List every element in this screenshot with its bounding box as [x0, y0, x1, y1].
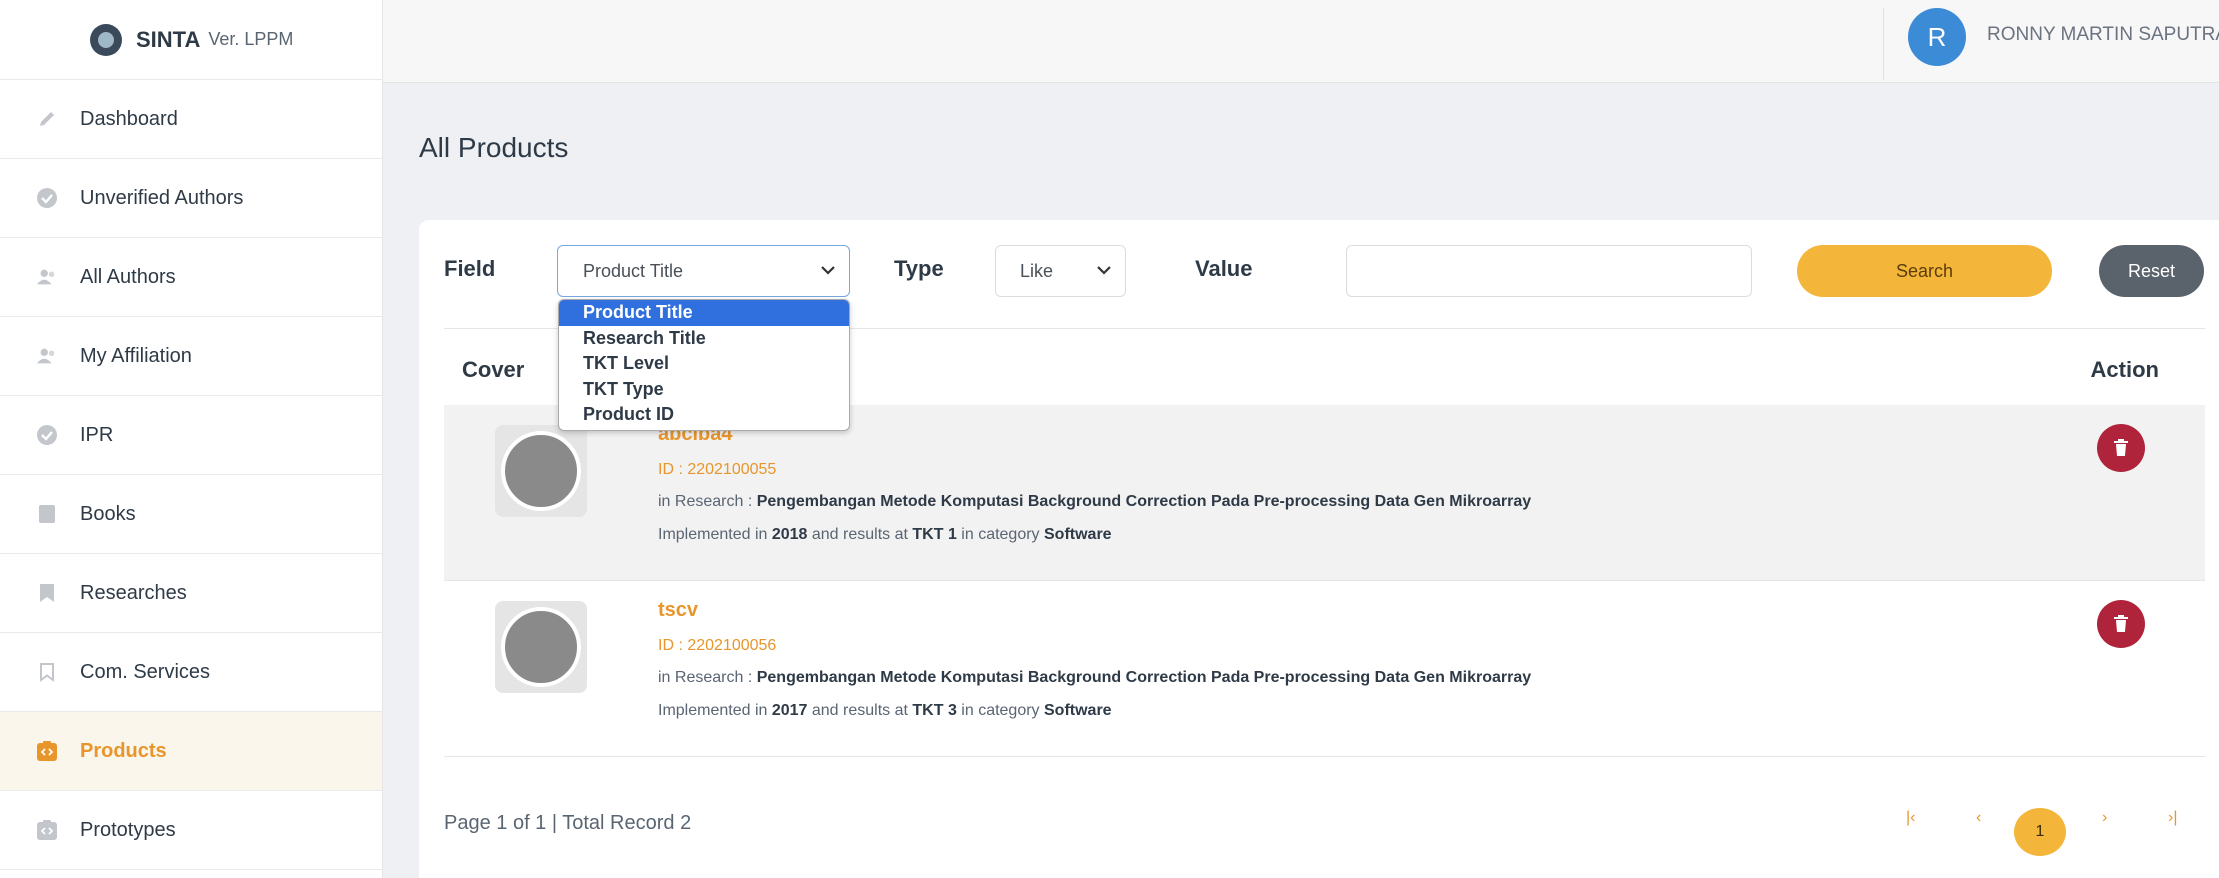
dropdown-option-product-title[interactable]: Product Title	[559, 300, 849, 326]
code-box-icon	[36, 740, 58, 762]
product-cover-image	[495, 425, 587, 517]
code-box-icon	[36, 819, 58, 841]
sidebar-item-prototypes[interactable]: Prototypes	[0, 791, 382, 870]
search-button[interactable]: Search	[1797, 245, 2052, 297]
product-title-link[interactable]: tscv	[658, 599, 698, 622]
current-page-button[interactable]: 1	[2014, 808, 2066, 856]
pencil-icon	[36, 108, 58, 130]
user-name[interactable]: RONNY MARTIN SAPUTRA,	[1987, 24, 2219, 46]
sidebar-item-ipr[interactable]: IPR	[0, 396, 382, 475]
avatar[interactable]: R	[1908, 8, 1966, 66]
type-label: Type	[894, 256, 944, 281]
sidebar-item-label: Dashboard	[80, 107, 178, 130]
sidebar-item-books[interactable]: Books	[0, 475, 382, 554]
reset-button[interactable]: Reset	[2099, 245, 2204, 297]
product-cover-image	[495, 601, 587, 693]
value-input[interactable]	[1346, 245, 1752, 297]
last-page-button[interactable]: ›|	[2168, 809, 2177, 827]
badge-check-icon	[36, 424, 58, 446]
product-implementation: Implemented in 2017 and results at TKT 3…	[658, 702, 1112, 719]
delete-button[interactable]	[2097, 600, 2145, 648]
field-dropdown-menu: Product Title Research Title TKT Level T…	[558, 299, 850, 431]
sidebar-item-label: Books	[80, 502, 136, 525]
sidebar-item-unverified-authors[interactable]: Unverified Authors	[0, 159, 382, 238]
sidebar-item-label: Products	[80, 739, 167, 762]
prev-page-button[interactable]: ‹	[1976, 809, 1981, 827]
sidebar-item-label: Unverified Authors	[80, 186, 244, 209]
type-select-value: Like	[1020, 260, 1054, 281]
column-header-cover: Cover	[462, 357, 525, 382]
sinta-logo-icon	[90, 23, 122, 56]
chevron-down-icon	[1097, 262, 1111, 280]
sidebar-item-researches[interactable]: Researches	[0, 554, 382, 633]
dropdown-option-research-title[interactable]: Research Title	[559, 326, 849, 352]
sidebar-item-products[interactable]: Products	[0, 712, 382, 791]
bookmark-icon	[36, 582, 58, 604]
sidebar: SINTA Ver. LPPM Dashboard Unverified Aut…	[0, 0, 383, 878]
sidebar-item-all-authors[interactable]: All Authors	[0, 238, 382, 317]
header-divider	[1883, 8, 1884, 80]
first-page-button[interactable]: |‹	[1906, 809, 1915, 827]
field-label: Field	[444, 256, 496, 281]
brand[interactable]: SINTA Ver. LPPM	[0, 0, 382, 80]
pagination-summary: Page 1 of 1 | Total Record 2	[444, 812, 692, 834]
dropdown-option-product-id[interactable]: Product ID	[559, 402, 849, 428]
sidebar-item-label: IPR	[80, 423, 114, 446]
page-title: All Products	[419, 132, 569, 163]
sidebar-item-label: Com. Services	[80, 660, 211, 683]
value-label: Value	[1195, 256, 1253, 281]
users-icon	[36, 266, 58, 288]
product-research: in Research : Pengembangan Metode Komput…	[658, 493, 1532, 510]
dropdown-option-tkt-level[interactable]: TKT Level	[559, 351, 849, 377]
product-implementation: Implemented in 2018 and results at TKT 1…	[658, 526, 1112, 543]
field-select-value: Product Title	[583, 260, 684, 281]
product-id: ID : 2202100055	[658, 461, 777, 478]
trash-icon	[2114, 615, 2128, 632]
field-select[interactable]: Product Title	[557, 245, 850, 297]
bookmark-outline-icon	[36, 661, 58, 683]
book-icon	[36, 503, 58, 525]
next-page-button[interactable]: ›	[2102, 809, 2107, 827]
brand-version: Ver. LPPM	[208, 29, 294, 49]
column-header-action: Action	[2090, 357, 2159, 382]
users-icon	[36, 345, 58, 367]
product-id: ID : 2202100056	[658, 637, 777, 654]
badge-check-icon	[36, 187, 58, 209]
sidebar-item-my-affiliation[interactable]: My Affiliation	[0, 317, 382, 396]
type-select[interactable]: Like	[995, 245, 1126, 297]
dropdown-option-tkt-type[interactable]: TKT Type	[559, 377, 849, 403]
table-row: abciba4 ID : 2202100055 in Research : Pe…	[444, 405, 2205, 581]
brand-name: SINTA	[136, 26, 201, 52]
sidebar-item-label: My Affiliation	[80, 344, 192, 367]
delete-button[interactable]	[2097, 424, 2145, 472]
table-row: tscv ID : 2202100056 in Research : Penge…	[444, 581, 2205, 757]
sidebar-item-label: Prototypes	[80, 818, 176, 841]
product-research: in Research : Pengembangan Metode Komput…	[658, 669, 1532, 686]
trash-icon	[2114, 439, 2128, 456]
sidebar-item-com-services[interactable]: Com. Services	[0, 633, 382, 712]
sidebar-item-label: Researches	[80, 581, 187, 604]
sidebar-item-dashboard[interactable]: Dashboard	[0, 80, 382, 159]
chevron-down-icon	[821, 262, 835, 280]
sidebar-item-label: All Authors	[80, 265, 176, 288]
top-bar: R RONNY MARTIN SAPUTRA,	[383, 0, 2219, 83]
